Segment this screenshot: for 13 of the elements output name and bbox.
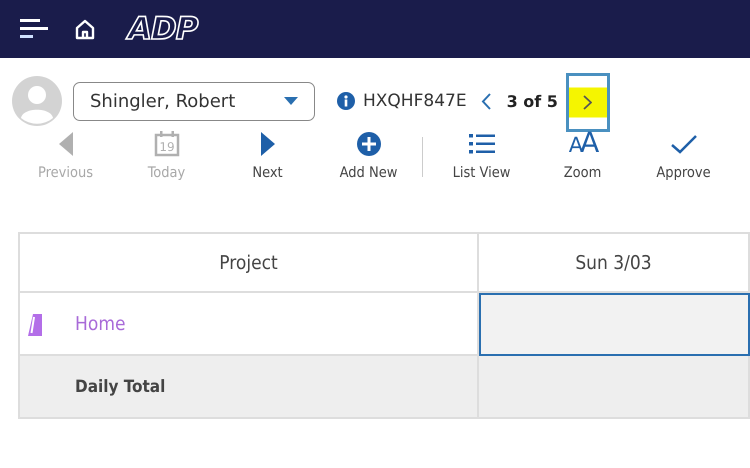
calendar-icon: 19: [154, 131, 180, 157]
record-id: HXQHF847E: [363, 91, 467, 111]
toolbar-button[interactable]: List View: [431, 129, 532, 181]
project-cell: Daily Total: [20, 356, 479, 419]
column-header: Project: [20, 234, 479, 293]
toolbar-button[interactable]: Next: [217, 129, 318, 181]
toolbar-button[interactable]: Add New: [318, 129, 419, 181]
employee-dropdown[interactable]: Shingler, Robert: [73, 82, 315, 120]
toolbar-button[interactable]: Approve: [633, 129, 734, 181]
record-position: 3 of 5: [506, 92, 558, 110]
employee-name: Shingler, Robert: [90, 90, 236, 112]
font-size-icon: AA: [568, 128, 596, 160]
toolbar-button[interactable]: AA Zoom: [532, 129, 633, 181]
